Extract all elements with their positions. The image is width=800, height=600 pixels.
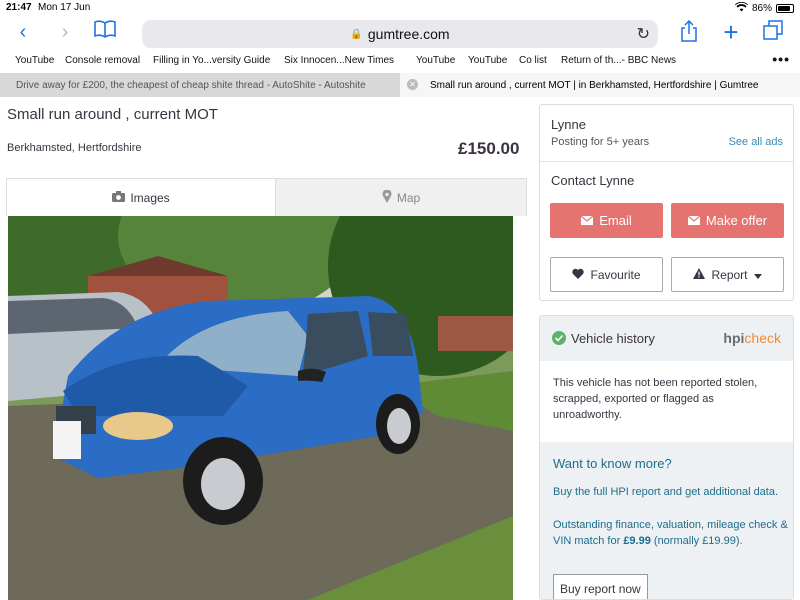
tab-title: Drive away for £200, the cheapest of che…	[16, 80, 366, 91]
hpi-logo-main: hpi	[723, 330, 745, 346]
hpi-check-logo: hpicheck	[723, 330, 781, 346]
tab-images[interactable]: Images	[7, 179, 275, 216]
tabs-overview-icon[interactable]	[760, 20, 786, 46]
battery-icon	[776, 4, 794, 13]
bookmarks-book-icon[interactable]	[92, 20, 118, 46]
see-all-ads-link[interactable]: See all ads	[729, 136, 783, 148]
details-text: Outstanding finance, valuation, mileage …	[553, 517, 788, 549]
vehicle-history-text: This vehicle has not been reported stole…	[553, 377, 758, 421]
bookmark-item[interactable]: YouTube	[468, 55, 507, 66]
tab-autoshite[interactable]: Drive away for £200, the cheapest of che…	[0, 73, 400, 97]
tab-map[interactable]: Map	[275, 179, 526, 216]
bookmark-item[interactable]: Filling in Yo...versity Guide	[153, 55, 270, 66]
camera-icon	[112, 190, 126, 205]
bookmark-item[interactable]: Co list	[519, 55, 547, 66]
car-photo	[8, 216, 513, 600]
address-bar[interactable]: 🔒 gumtree.com ↻	[142, 20, 658, 48]
status-right: 86%	[734, 1, 794, 15]
contact-heading: Contact Lynne	[551, 173, 635, 188]
bookmark-item[interactable]: YouTube	[15, 55, 54, 66]
email-label: Email	[599, 213, 632, 228]
vehicle-history-header: Vehicle history hpicheck	[540, 316, 793, 361]
make-offer-label: Make offer	[705, 213, 768, 228]
wifi-icon	[734, 1, 748, 15]
reload-icon[interactable]: ↻	[637, 24, 650, 44]
envelope-icon	[687, 213, 701, 228]
url-text: gumtree.com	[367, 26, 450, 42]
new-tab-plus-icon[interactable]: +	[718, 19, 744, 46]
hpi-upsell-box: Want to know more? Buy the full HPI repo…	[540, 442, 793, 599]
hpi-normal-price: (normally £19.99).	[653, 535, 743, 547]
favourite-button[interactable]: Favourite	[550, 257, 663, 292]
listing-price: £150.00	[458, 139, 520, 158]
vehicle-history-title: Vehicle history	[571, 331, 655, 346]
heart-icon	[572, 268, 585, 282]
divider	[540, 161, 793, 162]
back-icon[interactable]: ‹	[10, 20, 36, 46]
map-pin-icon	[382, 188, 392, 206]
caret-down-icon	[753, 268, 762, 282]
want-heading: Want to know more?	[553, 456, 672, 471]
listing-location: Berkhamsted, Hertfordshire	[7, 142, 142, 154]
browser-toolbar: ‹ › 🔒 gumtree.com ↻ +	[0, 16, 800, 52]
close-tab-icon[interactable]: ✕	[407, 79, 418, 90]
tab-title: Small run around , current MOT | in Berk…	[430, 80, 759, 91]
buy-text: Buy the full HPI report and get addition…	[553, 486, 779, 498]
bookmarks-bar: YouTube Console removal Filling in Yo...…	[0, 51, 800, 70]
hpi-logo-accent: check	[744, 330, 781, 346]
report-label: Report	[711, 267, 748, 282]
share-icon[interactable]	[676, 19, 702, 46]
warning-icon	[693, 267, 706, 282]
lock-icon: 🔒	[350, 28, 363, 40]
battery-percent: 86%	[751, 3, 772, 14]
check-badge-icon	[552, 331, 566, 350]
hpi-price: £9.99	[623, 535, 651, 547]
seller-name: Lynne	[551, 117, 586, 132]
status-date: Mon 17 Jun	[38, 2, 91, 13]
bookmark-item[interactable]: Six Innocen...New Times	[284, 55, 394, 66]
bookmark-item[interactable]: Console removal	[65, 55, 140, 66]
tab-gumtree[interactable]: ✕ Small run around , current MOT | in Be…	[400, 73, 800, 97]
media-tabs: Images Map	[6, 178, 527, 216]
email-button[interactable]: Email	[550, 203, 663, 238]
status-bar: 21:47 Mon 17 Jun 86%	[0, 0, 800, 16]
status-time: 21:47	[6, 2, 32, 13]
envelope-icon	[580, 213, 594, 228]
tab-images-label: Images	[130, 190, 170, 205]
forward-icon[interactable]: ›	[52, 20, 78, 46]
buy-report-button[interactable]: Buy report now	[553, 574, 648, 599]
favourite-label: Favourite	[590, 267, 641, 282]
seller-posting-since: Posting for 5+ years	[551, 136, 650, 148]
tab-bar: Drive away for £200, the cheapest of che…	[0, 73, 800, 97]
tab-map-label: Map	[396, 190, 421, 205]
listing-title: Small run around , current MOT	[7, 106, 218, 123]
vehicle-history-panel: Vehicle history hpicheck This vehicle ha…	[539, 315, 794, 600]
listing-photo[interactable]	[8, 216, 513, 600]
more-icon[interactable]: •••	[772, 51, 790, 67]
seller-panel: Lynne Posting for 5+ years See all ads C…	[539, 104, 794, 301]
bookmark-item[interactable]: YouTube	[416, 55, 455, 66]
bookmark-item[interactable]: Return of th...- BBC News	[561, 55, 676, 66]
make-offer-button[interactable]: Make offer	[671, 203, 784, 238]
report-button[interactable]: Report	[671, 257, 784, 292]
